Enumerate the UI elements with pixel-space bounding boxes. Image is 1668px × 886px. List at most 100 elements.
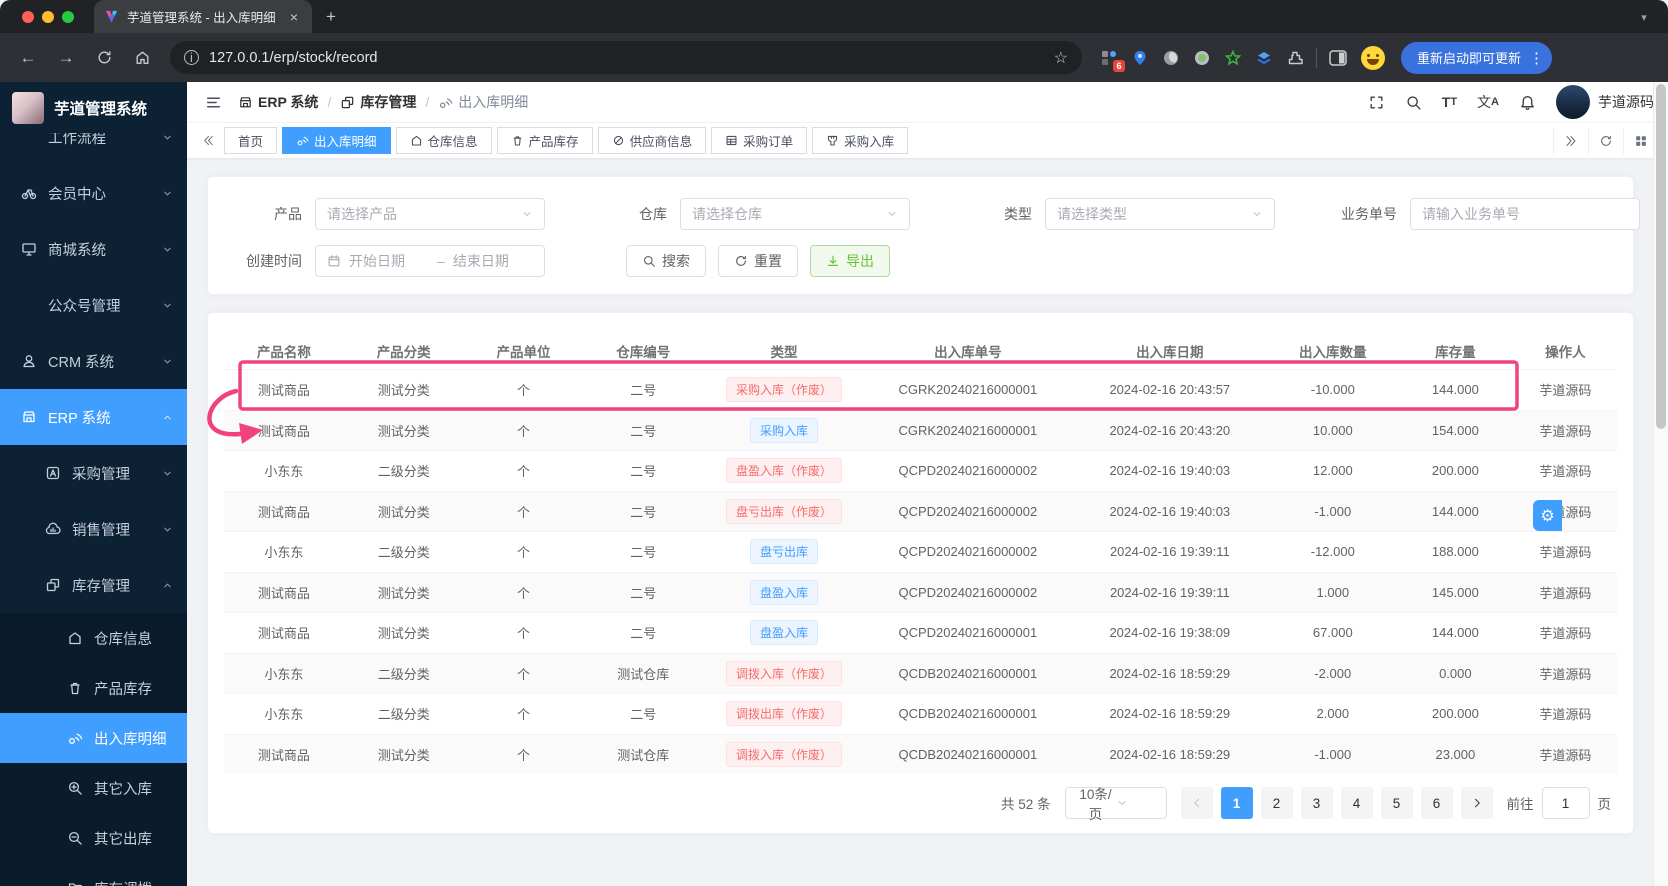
font-size-icon[interactable]: TT	[1442, 94, 1457, 110]
sidebar-item-13[interactable]: 其它出库	[0, 813, 187, 863]
sidebar-item-14[interactable]: 库存调拨	[0, 863, 187, 886]
extension-layers-icon[interactable]	[1255, 49, 1273, 67]
browser-menu-kebab-icon[interactable]: ⋮	[1529, 49, 1544, 67]
window-close-button[interactable]	[22, 11, 34, 23]
table-row-4[interactable]: 小东东二级分类个二号盘亏出库QCPD202402160000022024-02-…	[224, 531, 1617, 572]
page-size-select[interactable]: 10条/页	[1065, 787, 1167, 819]
new-tab-button[interactable]: +	[326, 7, 336, 27]
page-button-2[interactable]: 2	[1261, 787, 1293, 819]
type-select[interactable]: 请选择类型	[1045, 198, 1275, 230]
cell-operator: 芋道源码	[1514, 451, 1617, 491]
goto-page-input[interactable]	[1542, 787, 1590, 819]
nav-tab-4[interactable]: 供应商信息	[598, 127, 707, 154]
extensions-puzzle-icon[interactable]	[1286, 49, 1304, 67]
table-row-1[interactable]: 测试商品测试分类个二号采购入库CGRK202402160000012024-02…	[224, 410, 1617, 451]
table-row-7[interactable]: 小东东二级分类个测试仓库调拨入库（作废）QCDB2024021600000120…	[224, 653, 1617, 694]
refresh-page-icon[interactable]	[1588, 128, 1623, 154]
window-maximize-button[interactable]	[62, 11, 74, 23]
nav-tab-3[interactable]: 产品库存	[497, 127, 593, 154]
table-row-2[interactable]: 小东东二级分类个二号盘盈入库（作废）QCPD202402160000022024…	[224, 450, 1617, 491]
sidebar-item-3[interactable]: 公众号管理	[0, 277, 187, 333]
sidebar-item-7[interactable]: 销售管理	[0, 501, 187, 557]
scroll-tabs-right-icon[interactable]	[1553, 128, 1588, 154]
nav-tab-2[interactable]: 仓库信息	[396, 127, 492, 154]
sidebar-item-6[interactable]: 采购管理	[0, 445, 187, 501]
export-button[interactable]: 导出	[810, 245, 890, 277]
nav-tab-6[interactable]: 采购入库	[812, 127, 908, 154]
extension-ring-icon[interactable]	[1193, 49, 1211, 67]
page-button-4[interactable]: 4	[1341, 787, 1373, 819]
browser-tab[interactable]: 芋道管理系统 - 出入库明细 ×	[94, 0, 312, 33]
extension-circle-icon[interactable]	[1162, 49, 1180, 67]
sidebar-item-9[interactable]: 仓库信息	[0, 613, 187, 663]
prev-page-button[interactable]	[1181, 787, 1213, 819]
reload-icon[interactable]	[88, 42, 120, 74]
page-scrollbar[interactable]	[1653, 82, 1668, 886]
business-no-input[interactable]	[1410, 198, 1640, 230]
column-header-8: 库存量	[1397, 333, 1514, 369]
browser-update-button[interactable]: 重新启动即可更新 ⋮	[1401, 42, 1552, 74]
product-select[interactable]: 请选择产品	[315, 198, 545, 230]
sidebar-item-12[interactable]: 其它入库	[0, 763, 187, 813]
search-icon[interactable]	[1405, 94, 1422, 111]
warehouse-select[interactable]: 请选择仓库	[680, 198, 910, 230]
home-icon[interactable]	[126, 42, 158, 74]
breadcrumb-erp[interactable]: ERP 系统	[238, 92, 318, 112]
sidebar-item-5[interactable]: ERP 系统	[0, 389, 187, 445]
app-title: 芋道管理系统	[54, 97, 147, 119]
site-info-icon[interactable]: i	[184, 50, 199, 65]
sidebar-item-8[interactable]: 库存管理	[0, 557, 187, 613]
app-logo-row[interactable]: 芋道管理系统	[0, 82, 187, 133]
next-page-button[interactable]	[1461, 787, 1493, 819]
back-icon[interactable]: ←	[12, 42, 44, 74]
page-button-6[interactable]: 6	[1421, 787, 1453, 819]
browser-profile-avatar[interactable]	[1361, 46, 1385, 70]
sidebar-item-11[interactable]: 出入库明细	[0, 713, 187, 763]
nav-tab-0[interactable]: 首页	[224, 127, 277, 154]
window-minimize-button[interactable]	[42, 11, 54, 23]
cell-order_no: QCDB20240216000001	[865, 735, 1071, 775]
type-badge: 采购入库（作废）	[726, 377, 842, 402]
page-button-5[interactable]: 5	[1381, 787, 1413, 819]
notification-bell-icon[interactable]	[1519, 94, 1536, 111]
search-button[interactable]: 搜索	[626, 245, 706, 277]
date-range-input[interactable]: 开始日期 – 结束日期	[315, 245, 545, 277]
nav-tab-1[interactable]: 出入库明细	[282, 127, 391, 154]
table-row-3[interactable]: 测试商品测试分类个二号盘亏出库（作废）QCPD20240216000002202…	[224, 491, 1617, 532]
table-row-9[interactable]: 测试商品测试分类个测试仓库调拨入库（作废）QCDB202402160000012…	[224, 734, 1617, 775]
table-row-6[interactable]: 测试商品测试分类个二号盘盈入库QCPD202402160000012024-02…	[224, 612, 1617, 653]
extension-pin-icon[interactable]	[1131, 49, 1149, 67]
tab-close-icon[interactable]: ×	[286, 9, 302, 25]
tab-search-icon[interactable]: ▾	[1634, 7, 1654, 27]
supplier-icon	[612, 134, 625, 147]
sidebar-item-1[interactable]: 会员中心	[0, 165, 187, 221]
sidebar-item-4[interactable]: CRM 系统	[0, 333, 187, 389]
breadcrumb-stock[interactable]: 库存管理	[340, 92, 416, 112]
extension-grid-icon[interactable]: 6	[1100, 49, 1118, 67]
scrollbar-thumb[interactable]	[1656, 84, 1666, 429]
nav-tab-5[interactable]: 采购订单	[711, 127, 807, 154]
scroll-tabs-left-icon[interactable]	[197, 134, 219, 147]
refresh-icon	[734, 254, 748, 268]
sidebar-item-2[interactable]: 商城系统	[0, 221, 187, 277]
table-row-5[interactable]: 测试商品测试分类个二号盘盈入库QCPD202402160000022024-02…	[224, 572, 1617, 613]
side-panel-icon[interactable]	[1329, 49, 1347, 67]
sidebar-item-10[interactable]: 产品库存	[0, 663, 187, 713]
fullscreen-icon[interactable]	[1368, 94, 1385, 111]
translate-icon[interactable]: 文A	[1477, 92, 1499, 112]
forward-icon[interactable]: →	[50, 42, 82, 74]
table-row-0[interactable]: 测试商品测试分类个二号采购入库（作废）CGRK20240216000001202…	[224, 369, 1617, 410]
theme-settings-button[interactable]: ⚙	[1533, 500, 1562, 531]
collapse-menu-icon[interactable]	[205, 94, 222, 111]
bookmark-star-icon[interactable]: ☆	[1054, 48, 1068, 68]
column-header-9: 操作人	[1514, 333, 1617, 369]
page-button-3[interactable]: 3	[1301, 787, 1333, 819]
type-badge-cell: 盘盈入库（作废）	[703, 451, 865, 491]
extension-star-icon[interactable]	[1224, 49, 1242, 67]
user-menu[interactable]: 芋道源码	[1556, 85, 1654, 119]
url-bar[interactable]: i 127.0.0.1/erp/stock/record ☆	[170, 41, 1082, 74]
table-row-8[interactable]: 小东东二级分类个二号调拨出库（作废）QCDB202402160000012024…	[224, 693, 1617, 734]
reset-button[interactable]: 重置	[718, 245, 798, 277]
page-button-1[interactable]: 1	[1221, 787, 1253, 819]
window-controls[interactable]	[22, 11, 74, 23]
